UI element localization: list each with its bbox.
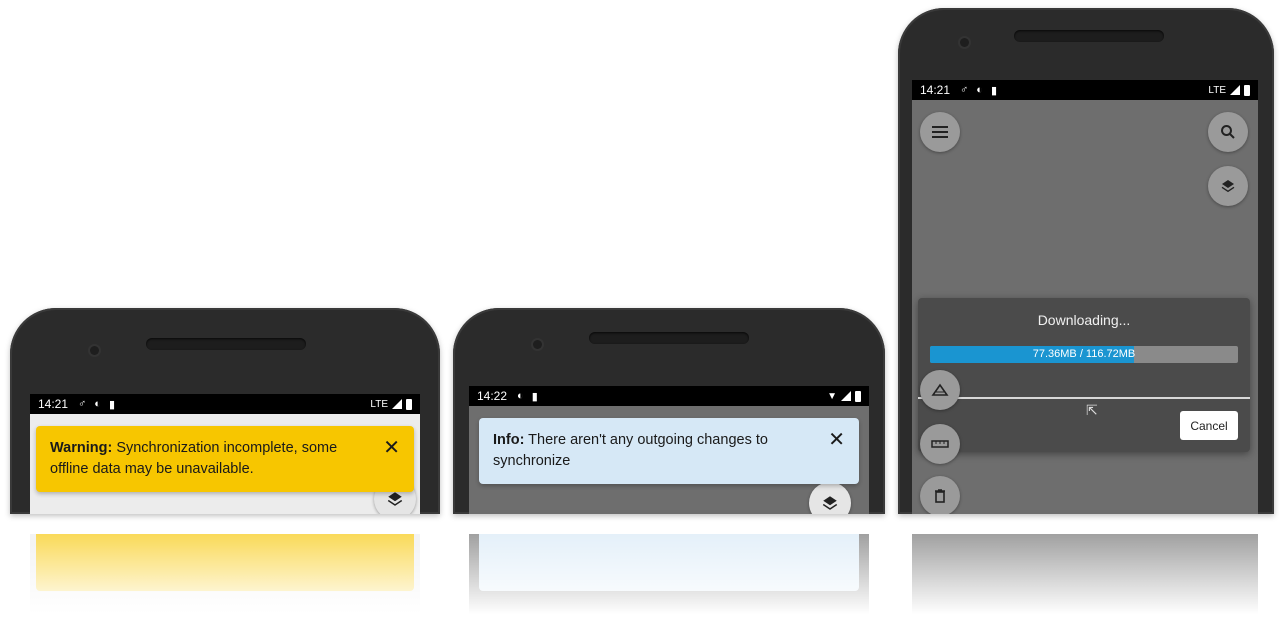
front-camera bbox=[533, 340, 542, 349]
screen: 14:22 ◐ ▮ ▼ Info: There aren't any outgo… bbox=[469, 386, 869, 514]
notification-icon: ♂ bbox=[78, 398, 87, 410]
sd-card-icon: ▮ bbox=[990, 84, 997, 97]
status-time: 14:22 bbox=[477, 389, 508, 403]
search-button[interactable] bbox=[1208, 112, 1248, 152]
download-progress-bar: 77.36MB / 116.72MB bbox=[930, 346, 1238, 363]
trash-icon bbox=[935, 489, 945, 503]
progress-text: 77.36MB / 116.72MB bbox=[1032, 348, 1136, 360]
front-camera bbox=[90, 346, 99, 355]
network-type: LTE bbox=[1208, 84, 1226, 96]
area-measure-icon bbox=[931, 383, 949, 396]
cancel-button[interactable]: Cancel bbox=[1180, 411, 1238, 440]
phone-download: 14:21 ♂ ◐ ▮ LTE Downloading... 77.36MB /… bbox=[898, 8, 1274, 514]
info-banner: Info: There aren't any outgoing changes … bbox=[479, 418, 859, 484]
measure-area-button[interactable] bbox=[920, 370, 960, 410]
network-type: LTE bbox=[370, 398, 388, 410]
layers-button[interactable] bbox=[809, 482, 851, 514]
signal-icon bbox=[392, 399, 402, 409]
warning-banner: Warning: Synchronization incomplete, som… bbox=[36, 426, 414, 492]
layers-icon bbox=[1221, 180, 1235, 193]
notification-icon: ♂ bbox=[960, 84, 969, 96]
reflection-phone-download bbox=[898, 534, 1274, 623]
signal-icon bbox=[1230, 85, 1240, 95]
status-time: 14:21 bbox=[920, 83, 951, 97]
search-icon bbox=[1221, 125, 1235, 139]
status-bar: 14:21 ♂ ◐ ▮ LTE bbox=[912, 80, 1258, 100]
menu-button[interactable] bbox=[920, 112, 960, 152]
screen: 14:21 ♂ ◐ ▮ LTE Downloading... 77.36MB /… bbox=[912, 80, 1258, 514]
reflection-phone-info bbox=[453, 534, 885, 623]
dialog-title: Downloading... bbox=[1037, 312, 1131, 328]
battery-icon bbox=[1244, 84, 1250, 96]
divider bbox=[918, 397, 1250, 399]
ruler-icon bbox=[931, 440, 949, 448]
status-time: 14:21 bbox=[38, 397, 69, 411]
banner-prefix: Info: bbox=[493, 432, 525, 448]
download-dialog: Downloading... 77.36MB / 116.72MB ⇱ Canc… bbox=[918, 298, 1250, 452]
speaker-grille bbox=[1014, 30, 1164, 42]
menu-icon bbox=[932, 126, 948, 138]
close-icon[interactable]: ✕ bbox=[383, 438, 400, 458]
status-bar: 14:21 ♂ ◐ ▮ LTE bbox=[30, 394, 420, 414]
close-icon[interactable]: ✕ bbox=[828, 430, 845, 450]
status-bar: 14:22 ◐ ▮ ▼ bbox=[469, 386, 869, 406]
sync-icon: ◐ bbox=[94, 398, 101, 410]
delete-button[interactable] bbox=[920, 476, 960, 514]
speaker-grille bbox=[146, 338, 306, 350]
signal-icon bbox=[841, 391, 851, 401]
sd-card-icon: ▮ bbox=[108, 398, 115, 411]
layers-icon bbox=[387, 492, 403, 506]
battery-icon bbox=[406, 398, 412, 410]
speaker-grille bbox=[589, 332, 749, 344]
screen: 14:21 ♂ ◐ ▮ LTE Warning: Synchronization… bbox=[30, 394, 420, 514]
sync-icon: ◐ bbox=[517, 390, 524, 402]
banner-message: There aren't any outgoing changes to syn… bbox=[493, 432, 768, 469]
phone-warning: 14:21 ♂ ◐ ▮ LTE Warning: Synchronization… bbox=[10, 308, 440, 514]
measure-line-button[interactable] bbox=[920, 424, 960, 464]
banner-prefix: Warning: bbox=[50, 440, 113, 456]
sync-icon: ◐ bbox=[976, 84, 983, 96]
layers-button[interactable] bbox=[1208, 166, 1248, 206]
phone-info: 14:22 ◐ ▮ ▼ Info: There aren't any outgo… bbox=[453, 308, 885, 514]
battery-icon bbox=[855, 390, 861, 402]
sd-card-icon: ▮ bbox=[531, 390, 538, 403]
reflection-phone-warning bbox=[10, 534, 440, 623]
front-camera bbox=[960, 38, 969, 47]
layers-icon bbox=[822, 496, 838, 510]
cursor-icon: ⇱ bbox=[1086, 402, 1098, 418]
wifi-icon: ▼ bbox=[827, 390, 837, 402]
